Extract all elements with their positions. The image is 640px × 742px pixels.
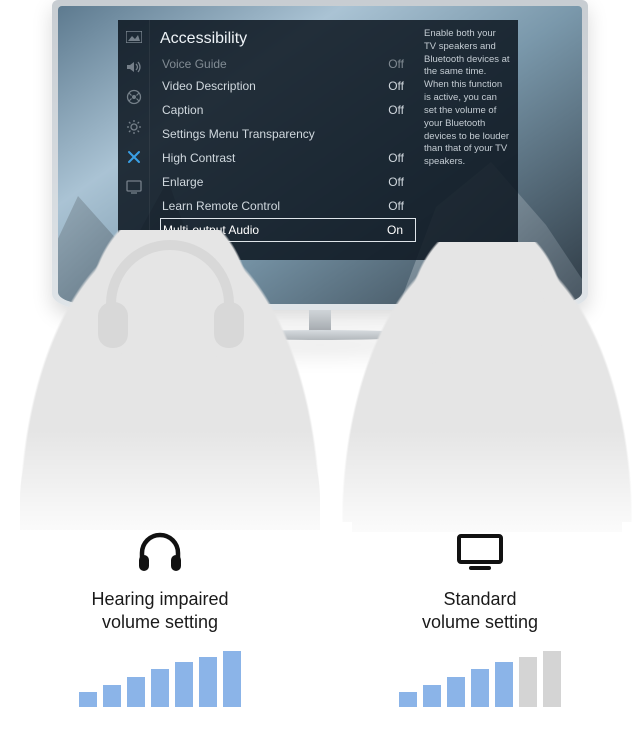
setting-high-contrast[interactable]: High Contrast Off [160, 146, 416, 170]
setting-value: Off [388, 199, 408, 213]
setting-enlarge[interactable]: Enlarge Off [160, 170, 416, 194]
settings-panel: Accessibility Voice Guide Off Video Desc… [118, 20, 518, 260]
setting-value: Off [388, 79, 408, 93]
setting-label: High Contrast [162, 151, 235, 165]
silhouette-standard-user [342, 242, 632, 522]
setting-value: Off [388, 57, 408, 71]
network-icon[interactable] [125, 88, 143, 106]
setting-value: On [387, 223, 407, 237]
headphones-icon [136, 530, 184, 574]
setting-value: Off [388, 151, 408, 165]
settings-sidebar [118, 20, 150, 260]
support-icon[interactable] [125, 178, 143, 196]
sound-icon[interactable] [125, 58, 143, 76]
column-hearing-impaired: Hearing impaired volume setting [0, 530, 320, 740]
setting-label: Video Description [162, 79, 256, 93]
setting-menu-transparency[interactable]: Settings Menu Transparency [160, 122, 416, 146]
picture-icon[interactable] [125, 28, 143, 46]
setting-caption[interactable]: Caption Off [160, 98, 416, 122]
settings-title: Accessibility [160, 26, 416, 54]
system-icon[interactable] [125, 118, 143, 136]
setting-label: Voice Guide [162, 57, 227, 71]
volume-bars-standard [399, 651, 561, 707]
column-label: Hearing impaired volume setting [91, 588, 228, 633]
tv-icon [455, 530, 505, 574]
info-columns: Hearing impaired volume setting Standard… [0, 530, 640, 740]
accessibility-icon[interactable] [125, 148, 143, 166]
volume-bars-hearing-impaired [79, 651, 241, 707]
setting-value: Off [388, 175, 408, 189]
settings-help-text: Enable both your TV speakers and Bluetoo… [416, 20, 518, 260]
setting-voice-guide[interactable]: Voice Guide Off [160, 54, 416, 74]
setting-label: Settings Menu Transparency [162, 127, 315, 141]
settings-list: Accessibility Voice Guide Off Video Desc… [150, 20, 416, 260]
setting-label: Learn Remote Control [162, 199, 280, 213]
setting-label: Enlarge [162, 175, 203, 189]
column-standard: Standard volume setting [320, 530, 640, 740]
column-label: Standard volume setting [422, 588, 538, 633]
setting-learn-remote-control[interactable]: Learn Remote Control Off [160, 194, 416, 218]
silhouette-headphone-user [20, 230, 320, 520]
setting-video-description[interactable]: Video Description Off [160, 74, 416, 98]
setting-label: Caption [162, 103, 203, 117]
setting-value: Off [388, 103, 408, 117]
